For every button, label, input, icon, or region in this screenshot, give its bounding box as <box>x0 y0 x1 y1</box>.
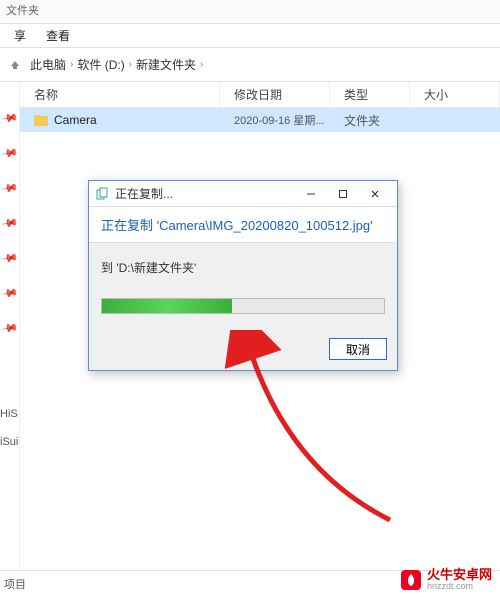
header-date[interactable]: 修改日期 <box>220 82 330 107</box>
brand-cn: 火牛安卓网 <box>427 568 492 582</box>
dialog-headline: 正在复制 'Camera\IMG_20200820_100512.jpg' <box>89 207 397 243</box>
dialog-title: 正在复制... <box>115 185 295 202</box>
sidebar-item-his[interactable]: HiS <box>0 408 20 420</box>
crumb-root[interactable]: 此电脑 <box>30 56 66 73</box>
header-size[interactable]: 大小 <box>410 82 500 107</box>
pin-icon: 📌 <box>0 284 19 303</box>
watermark: 火牛安卓网 hnzzdt.com <box>401 568 492 592</box>
pin-icon: 📌 <box>0 109 19 128</box>
header-type[interactable]: 类型 <box>330 82 410 107</box>
sidebar-lower: HiS iSui <box>0 408 20 568</box>
address-bar: 此电脑 › 软件 (D:) › 新建文件夹 › <box>0 48 500 82</box>
crumb-drive[interactable]: 软件 (D:) <box>77 56 124 73</box>
breadcrumb: 此电脑 › 软件 (D:) › 新建文件夹 › <box>30 56 203 73</box>
pin-icon: 📌 <box>0 214 19 233</box>
dialog-titlebar[interactable]: 正在复制... <box>89 181 397 207</box>
dialog-destination: 到 'D:\新建文件夹' <box>101 259 385 276</box>
chevron-right-icon: › <box>200 59 203 70</box>
up-button[interactable] <box>6 56 24 74</box>
row-name: Camera <box>54 113 97 127</box>
crumb-folder[interactable]: 新建文件夹 <box>136 56 196 73</box>
brand-logo-icon <box>401 570 421 590</box>
row-type: 文件夹 <box>330 108 410 132</box>
pin-icon: 📌 <box>0 319 19 338</box>
brand-en: hnzzdt.com <box>427 582 492 592</box>
window-tab: 文件夹 <box>0 0 500 24</box>
tab-title: 文件夹 <box>6 5 39 17</box>
close-button[interactable] <box>359 185 391 203</box>
table-row[interactable]: Camera 2020-09-16 星期... 文件夹 <box>20 108 500 132</box>
maximize-button[interactable] <box>327 185 359 203</box>
chevron-right-icon: › <box>129 59 132 70</box>
menu-view[interactable]: 查看 <box>46 27 70 44</box>
menubar: 享 查看 <box>0 24 500 48</box>
progress-fill <box>102 299 232 313</box>
cancel-button[interactable]: 取消 <box>329 338 387 360</box>
pin-icon: 📌 <box>0 249 19 268</box>
row-date: 2020-09-16 星期... <box>220 108 330 132</box>
copy-dialog: 正在复制... 正在复制 'Camera\IMG_20200820_100512… <box>88 180 398 371</box>
status-text: 项目 <box>4 579 26 591</box>
column-headers: 名称 修改日期 类型 大小 <box>20 82 500 108</box>
minimize-button[interactable] <box>295 185 327 203</box>
copy-pages-icon <box>95 187 109 201</box>
folder-icon <box>34 114 48 126</box>
progress-bar <box>101 298 385 314</box>
sidebar-item-isui[interactable]: iSui <box>0 436 20 448</box>
chevron-right-icon: › <box>70 59 73 70</box>
header-name[interactable]: 名称 <box>20 82 220 107</box>
pin-icon: 📌 <box>0 144 19 163</box>
menu-share[interactable]: 享 <box>14 27 26 44</box>
pin-icon: 📌 <box>0 179 19 198</box>
